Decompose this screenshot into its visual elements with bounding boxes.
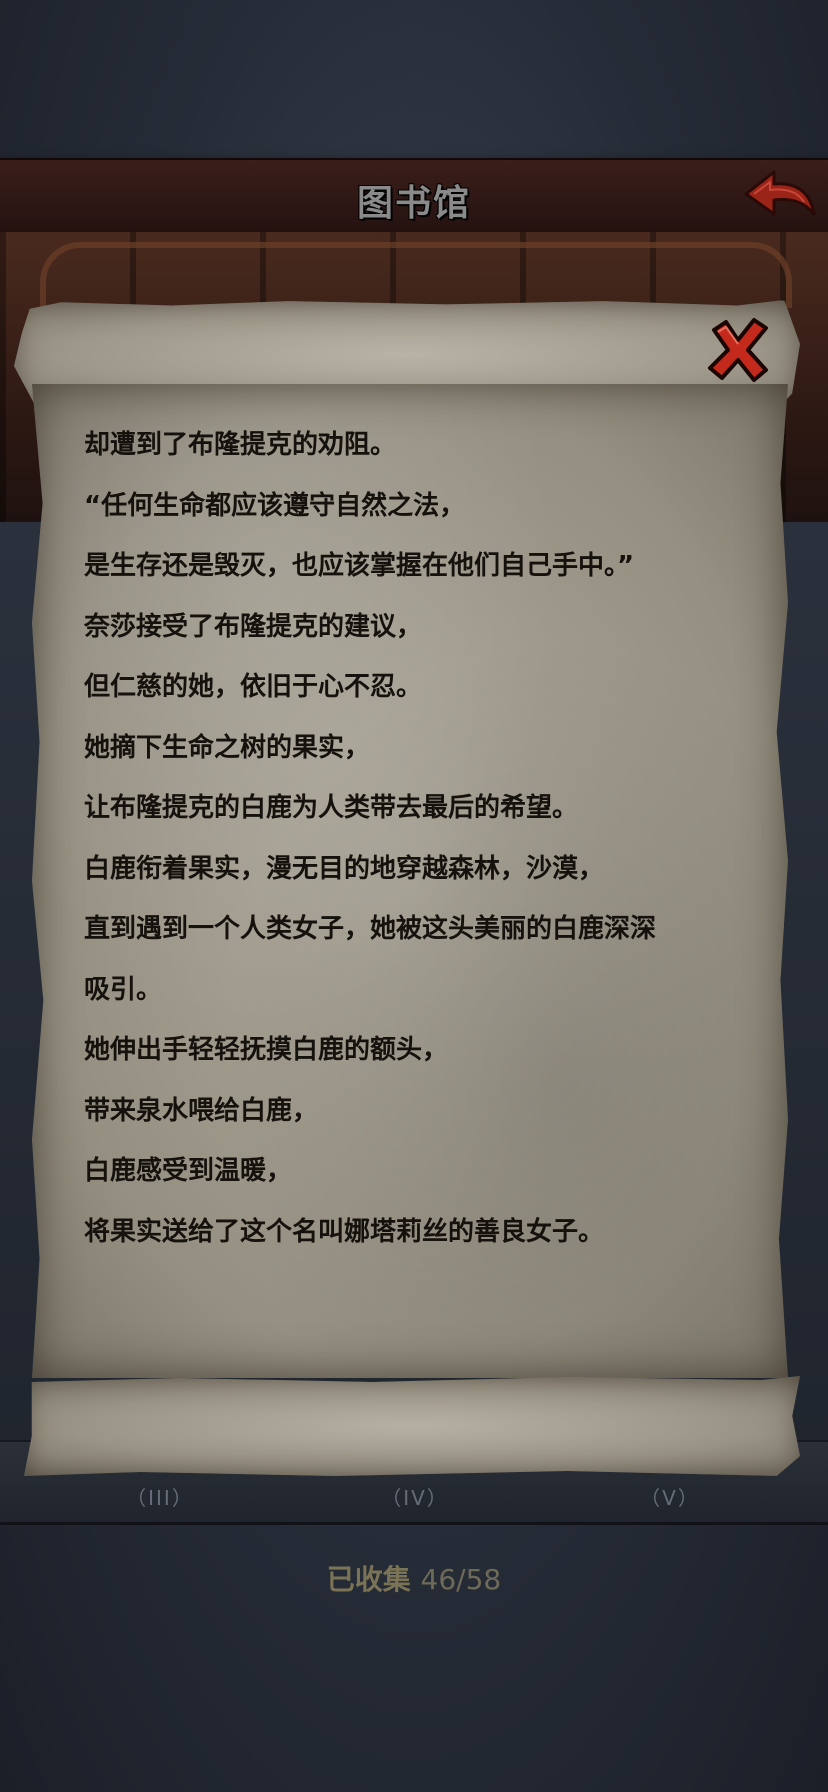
close-button[interactable] xyxy=(704,316,772,384)
close-x-icon xyxy=(708,318,768,382)
story-line: 直到遇到一个人类女子，她被这头美丽的白鹿深深 xyxy=(84,914,657,944)
gallery-label-v[interactable]: （V） xyxy=(610,1482,730,1511)
story-line: 她摘下生命之树的果实， xyxy=(84,732,371,763)
gallery-label-iv[interactable]: （IV） xyxy=(355,1482,475,1511)
story-line: 但仁慈的她，依旧于心不忍。 xyxy=(84,672,423,702)
back-arrow-icon xyxy=(744,170,816,216)
back-button[interactable] xyxy=(740,164,818,228)
gallery-label-iii[interactable]: （III） xyxy=(100,1482,220,1511)
story-line: 却遭到了布隆提克的劝阻。 xyxy=(84,430,397,460)
story-line: 让布隆提克的白鹿为人类带去最后的希望。 xyxy=(84,793,579,823)
header-bar: 图书馆 xyxy=(0,158,828,237)
story-line: 带来泉水喂给白鹿， xyxy=(84,1095,319,1126)
collected-counter: 已收集 46/58 xyxy=(0,1558,828,1598)
library-arch xyxy=(40,242,792,308)
page-title: 图书馆 xyxy=(356,183,471,224)
story-text: 却遭到了布隆提克的劝阻。 “任何生命都应该遵守自然之法， 是生存还是毁灭，也应该… xyxy=(84,415,764,1262)
scroll-bottom-roll xyxy=(24,1376,800,1476)
collected-label: 已收集 xyxy=(326,1563,411,1596)
story-line: 吸引。 xyxy=(84,974,163,1005)
story-line: “任何生命都应该遵守自然之法， xyxy=(84,490,466,521)
story-line: 将果实送给了这个名叫娜塔莉丝的善良女子。 xyxy=(84,1216,605,1247)
story-line: 她伸出手轻轻抚摸白鹿的额头， xyxy=(84,1035,449,1065)
collected-value: 46/58 xyxy=(420,1563,502,1596)
story-line: 白鹿感受到温暖， xyxy=(84,1156,293,1186)
story-line: 奈莎接受了布隆提克的建议， xyxy=(84,611,423,642)
story-line: 白鹿衔着果实，漫无目的地穿越森林，沙漠， xyxy=(84,853,605,884)
story-line: 是生存还是毁灭，也应该掌握在他们自己手中。” xyxy=(84,551,635,581)
